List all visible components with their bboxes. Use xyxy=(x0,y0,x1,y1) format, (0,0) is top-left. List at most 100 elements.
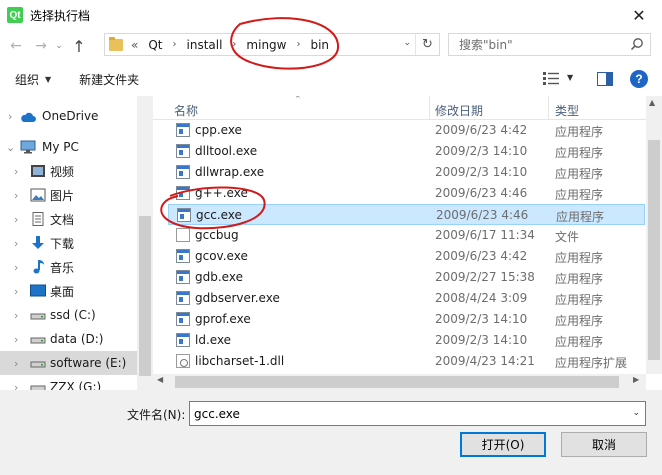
navigation-pane-scroll-thumb[interactable] xyxy=(139,216,151,376)
chevron-right-icon[interactable]: › xyxy=(14,357,18,370)
chevron-right-icon[interactable]: › xyxy=(14,165,18,178)
scroll-up-arrow-icon[interactable]: ▲ xyxy=(649,98,655,107)
executable-file-icon xyxy=(176,144,190,158)
file-type: 应用程序扩展 xyxy=(555,356,628,370)
nav-item-drive-e[interactable]: › software (E:) xyxy=(0,351,153,375)
nav-label: 视频 xyxy=(50,164,75,179)
file-row-selected[interactable]: gcc.exe 2009/6/23 4:46 应用程序 xyxy=(168,204,645,225)
file-row[interactable]: dllwrap.exe 2009/2/3 14:10 应用程序 xyxy=(168,162,645,183)
nav-item-drive-d[interactable]: › data (D:) xyxy=(0,327,153,351)
chevron-right-icon[interactable]: › xyxy=(14,213,18,226)
vertical-scroll-thumb[interactable] xyxy=(648,140,660,360)
file-row[interactable]: ld.exe 2009/2/3 14:10 应用程序 xyxy=(168,330,645,351)
scroll-left-arrow-icon[interactable]: ◀ xyxy=(157,375,163,384)
file-type: 应用程序 xyxy=(555,146,604,160)
chevron-right-icon[interactable]: › xyxy=(14,285,18,298)
file-row[interactable]: dlltool.exe 2009/2/3 14:10 应用程序 xyxy=(168,141,645,162)
file-name: dlltool.exe xyxy=(195,144,258,158)
column-divider[interactable] xyxy=(429,96,430,120)
nav-item-drive-c[interactable]: › ssd (C:) xyxy=(0,303,153,327)
column-header-name[interactable]: 名称 xyxy=(174,102,198,119)
chevron-down-icon[interactable]: ⌄ xyxy=(6,141,15,154)
nav-item-downloads[interactable]: › 下载 xyxy=(0,231,153,255)
file-row[interactable]: cpp.exe 2009/6/23 4:42 应用程序 xyxy=(168,120,645,141)
breadcrumb-separator-icon[interactable]: › xyxy=(232,39,236,50)
qt-app-icon: Qt xyxy=(7,7,23,23)
column-header-row: ⌃ 名称 修改日期 类型 xyxy=(153,96,646,120)
search-input[interactable]: 搜索"bin" xyxy=(448,33,651,56)
nav-item-desktop[interactable]: › 桌面 xyxy=(0,279,153,303)
organize-caret-icon[interactable]: ▼ xyxy=(45,75,51,84)
breadcrumb-install[interactable]: install xyxy=(187,38,223,52)
filename-dropdown-icon[interactable]: ⌄ xyxy=(632,408,640,418)
breadcrumb-overflow[interactable]: « xyxy=(131,38,138,52)
file-row[interactable]: libcharset-1.dll 2009/4/23 14:21 应用程序扩展 xyxy=(168,351,645,372)
breadcrumb-separator-icon[interactable]: › xyxy=(173,39,177,50)
chevron-right-icon[interactable]: › xyxy=(14,381,18,391)
new-folder-button[interactable]: 新建文件夹 xyxy=(79,71,139,88)
file-type: 应用程序 xyxy=(555,251,604,265)
nav-item-onedrive[interactable]: › OneDrive xyxy=(0,104,153,128)
executable-file-icon xyxy=(176,186,190,200)
chevron-right-icon[interactable]: › xyxy=(14,261,18,274)
nav-label: software (E:) xyxy=(50,356,127,370)
scroll-right-arrow-icon[interactable]: ▶ xyxy=(633,375,639,384)
nav-item-drive-g[interactable]: › ZZX (G:) xyxy=(0,375,153,390)
search-placeholder: 搜索"bin" xyxy=(459,38,513,52)
executable-file-icon xyxy=(176,291,190,305)
file-row[interactable]: gcov.exe 2009/6/23 4:42 应用程序 xyxy=(168,246,645,267)
help-icon[interactable]: ? xyxy=(630,70,648,88)
breadcrumb-qt[interactable]: Qt xyxy=(148,38,162,52)
file-type: 应用程序 xyxy=(555,272,604,286)
column-header-date[interactable]: 修改日期 xyxy=(435,102,483,119)
recent-locations-chevron-icon[interactable]: ⌄ xyxy=(52,35,66,57)
address-bar[interactable]: « Qt › install › mingw › bin ⌄ ↻ xyxy=(104,33,440,56)
nav-item-videos[interactable]: › 视频 xyxy=(0,159,153,183)
file-row[interactable]: gccbug 2009/6/17 11:34 文件 xyxy=(168,225,645,246)
file-date: 2009/2/3 14:10 xyxy=(435,144,528,158)
organize-menu-button[interactable]: 组织 xyxy=(15,71,39,88)
view-options-caret-icon[interactable]: ▼ xyxy=(567,73,573,82)
nav-item-my-pc[interactable]: ⌄ My PC xyxy=(0,135,153,159)
chevron-right-icon[interactable]: › xyxy=(14,309,18,322)
file-row[interactable]: gprof.exe 2009/2/3 14:10 应用程序 xyxy=(168,309,645,330)
filename-value[interactable]: gcc.exe xyxy=(194,407,240,421)
nav-item-documents[interactable]: › 文档 xyxy=(0,207,153,231)
address-dropdown-icon[interactable]: ⌄ xyxy=(403,38,411,48)
download-arrow-icon xyxy=(32,236,44,249)
file-name: gccbug xyxy=(195,228,239,242)
chevron-right-icon[interactable]: › xyxy=(14,333,18,346)
cancel-button[interactable]: 取消 xyxy=(561,432,647,457)
breadcrumb-bin[interactable]: bin xyxy=(310,38,329,52)
nav-item-music[interactable]: › 音乐 xyxy=(0,255,153,279)
view-options-icon[interactable] xyxy=(543,72,559,85)
breadcrumb-separator-icon[interactable]: › xyxy=(296,39,300,50)
back-button[interactable]: ← xyxy=(5,35,27,57)
file-name: gcov.exe xyxy=(195,249,248,263)
nav-item-pictures[interactable]: › 图片 xyxy=(0,183,153,207)
horizontal-scroll-thumb[interactable] xyxy=(175,376,619,388)
up-folder-button[interactable]: ↑ xyxy=(68,35,90,57)
column-header-type[interactable]: 类型 xyxy=(555,102,579,119)
refresh-button[interactable]: ↻ xyxy=(415,34,439,55)
nav-label: ssd (C:) xyxy=(50,308,96,322)
chevron-right-icon[interactable]: › xyxy=(14,189,18,202)
filename-label: 文件名(N): xyxy=(127,408,186,422)
cloud-icon xyxy=(21,112,36,122)
file-row[interactable]: gdbserver.exe 2008/4/24 3:09 应用程序 xyxy=(168,288,645,309)
file-row[interactable]: gdb.exe 2009/2/27 15:38 应用程序 xyxy=(168,267,645,288)
open-button[interactable]: 打开(O) xyxy=(460,432,546,457)
preview-pane-icon[interactable] xyxy=(597,72,613,86)
filename-combobox[interactable]: gcc.exe ⌄ xyxy=(189,401,646,426)
forward-button[interactable]: → xyxy=(30,35,52,57)
chevron-right-icon[interactable]: › xyxy=(14,237,18,250)
breadcrumb-mingw[interactable]: mingw xyxy=(246,38,286,52)
file-row[interactable]: g++.exe 2009/6/23 4:46 应用程序 xyxy=(168,183,645,204)
column-divider[interactable] xyxy=(548,96,549,120)
search-icon[interactable] xyxy=(630,37,644,51)
drive-icon xyxy=(30,361,46,368)
chevron-right-icon[interactable]: › xyxy=(8,110,12,123)
title-bar: Qt 选择执行档 ✕ xyxy=(0,0,662,30)
close-button[interactable]: ✕ xyxy=(616,0,662,30)
nav-label: data (D:) xyxy=(50,332,104,346)
